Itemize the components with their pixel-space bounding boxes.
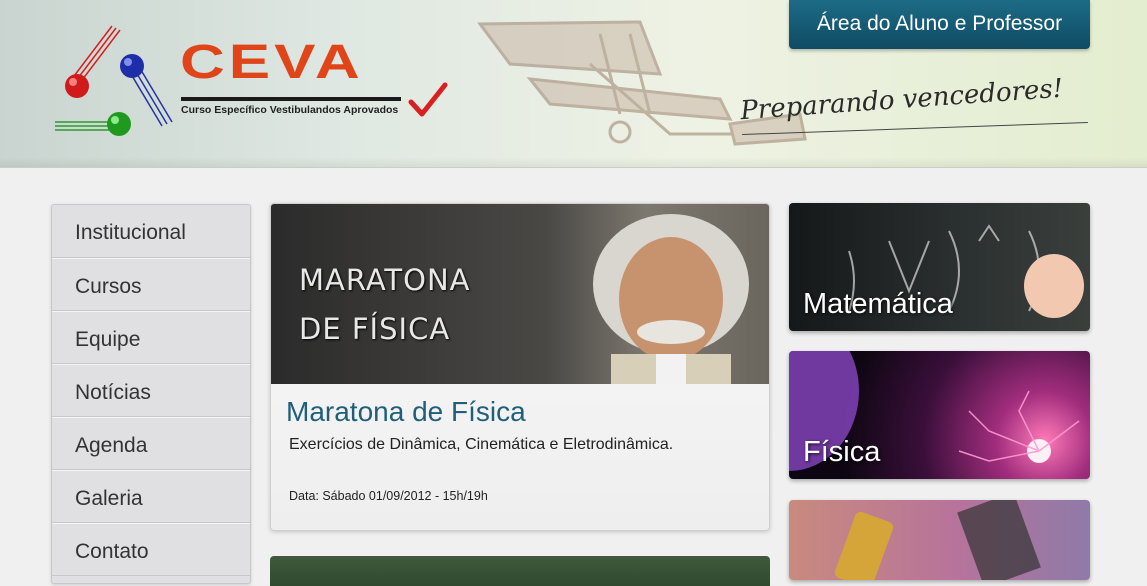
banner-title-line2: DE FÍSICA [299, 312, 451, 346]
event-description: Exercícios de Dinâmica, Cinemática e Ele… [289, 436, 674, 453]
event-title[interactable]: Maratona de Física [286, 396, 526, 428]
ceva-logo[interactable]: CEVA Curso Específico Vestibulandos Apro… [50, 22, 450, 142]
featured-event-banner[interactable]: MARATONA DE FÍSICA [271, 204, 769, 384]
logo-atom-icon [55, 25, 173, 136]
second-event-card[interactable] [270, 556, 770, 586]
scientist-portrait-image [593, 214, 749, 384]
logo-wordmark: CEVA [180, 34, 364, 89]
tile-label-fisica: Física [803, 436, 881, 468]
menu-item-agenda[interactable]: Agenda [52, 417, 250, 470]
site-header: CEVA Curso Específico Vestibulandos Apro… [0, 0, 1147, 168]
tile-quimica[interactable] [789, 500, 1090, 580]
menu-item-equipe[interactable]: Equipe [52, 311, 250, 364]
main-menu: Institucional Cursos Equipe Notícias Age… [51, 204, 251, 584]
checkmark-icon [408, 82, 448, 117]
logo-underline [181, 97, 401, 101]
logo-subtitle: Curso Específico Vestibulandos Aprovados [181, 104, 399, 116]
airplane-illustration [477, 20, 807, 146]
menu-item-cursos[interactable]: Cursos [52, 258, 250, 311]
banner-title: MARATONA DE FÍSICA [299, 256, 471, 354]
event-date: Data: Sábado 01/09/2012 - 15h/19h [289, 489, 488, 503]
tile-fisica[interactable]: Física [789, 351, 1090, 479]
menu-item-institucional[interactable]: Institucional [52, 205, 250, 258]
menu-item-galeria[interactable]: Galeria [52, 470, 250, 523]
chemistry-image [834, 500, 1041, 580]
tile-matematica[interactable]: Matemática [789, 203, 1090, 331]
student-teacher-area-button[interactable]: Área do Aluno e Professor [789, 0, 1090, 49]
featured-event-card[interactable]: MARATONA DE FÍSICA Maratona de Física Ex… [270, 203, 770, 531]
menu-item-contato[interactable]: Contato [52, 523, 250, 576]
tile-label-matematica: Matemática [803, 288, 953, 320]
banner-title-line1: MARATONA [299, 263, 471, 297]
menu-item-noticias[interactable]: Notícias [52, 364, 250, 417]
